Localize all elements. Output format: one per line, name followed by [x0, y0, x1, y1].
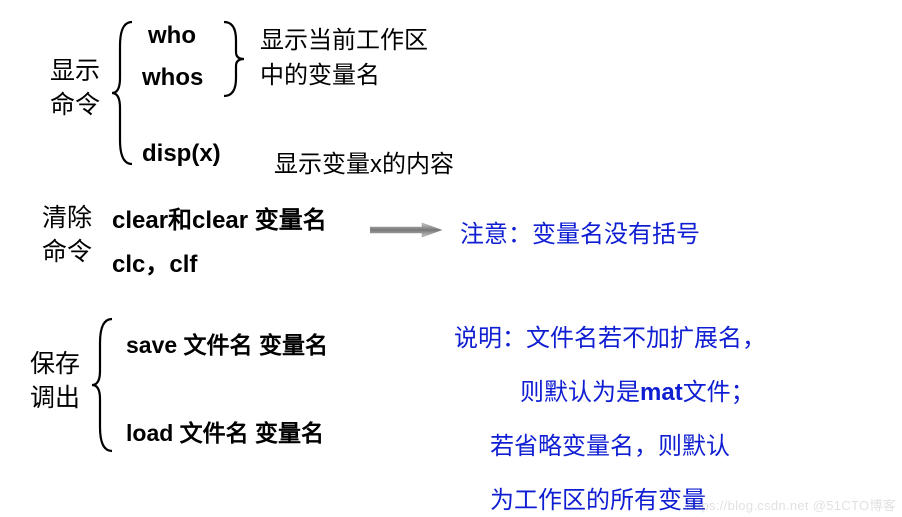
- cmd-save: save 文件名 变量名: [126, 326, 328, 360]
- section3-label-line1: 保存: [30, 350, 80, 378]
- desc-disp: 显示变量x的内容: [274, 144, 454, 179]
- explain-line2-post: 文件；: [683, 379, 755, 406]
- brace-section1-outer: [108, 18, 140, 168]
- note-clear: 注意：变量名没有括号: [460, 214, 700, 249]
- cmd-clear: clear和clear 变量名: [112, 200, 327, 235]
- section3-label-line2: 调出: [30, 384, 80, 412]
- brace-who-whos: [218, 18, 248, 100]
- section2-label-line2: 命令: [42, 238, 92, 266]
- explain-line2-pre: 则默认为是: [520, 379, 640, 406]
- cmd-who: who: [148, 22, 196, 50]
- cmd-disp: disp(x): [142, 140, 221, 168]
- explain-line1: 说明：文件名若不加扩展名，: [454, 318, 766, 353]
- arrow-icon: [370, 222, 442, 238]
- section2-label-line1: 清除: [42, 204, 92, 232]
- cmd-clc-clf: clc，clf: [112, 244, 197, 279]
- desc-who-line1: 显示当前工作区: [260, 27, 428, 54]
- section1-label-line2: 命令: [50, 91, 100, 119]
- watermark: https://blog.csdn.net @51CTO博客: [686, 495, 896, 514]
- explain-line3: 若省略变量名，则默认: [490, 426, 730, 461]
- desc-who-line2: 中的变量名: [260, 62, 380, 89]
- brace-section3: [88, 315, 118, 455]
- cmd-whos: whos: [142, 64, 203, 92]
- section1-label-line1: 显示: [50, 57, 100, 85]
- explain-line2-bold: mat: [640, 379, 683, 406]
- explain-line4: 为工作区的所有变量: [490, 480, 706, 515]
- cmd-load: load 文件名 变量名: [126, 414, 324, 448]
